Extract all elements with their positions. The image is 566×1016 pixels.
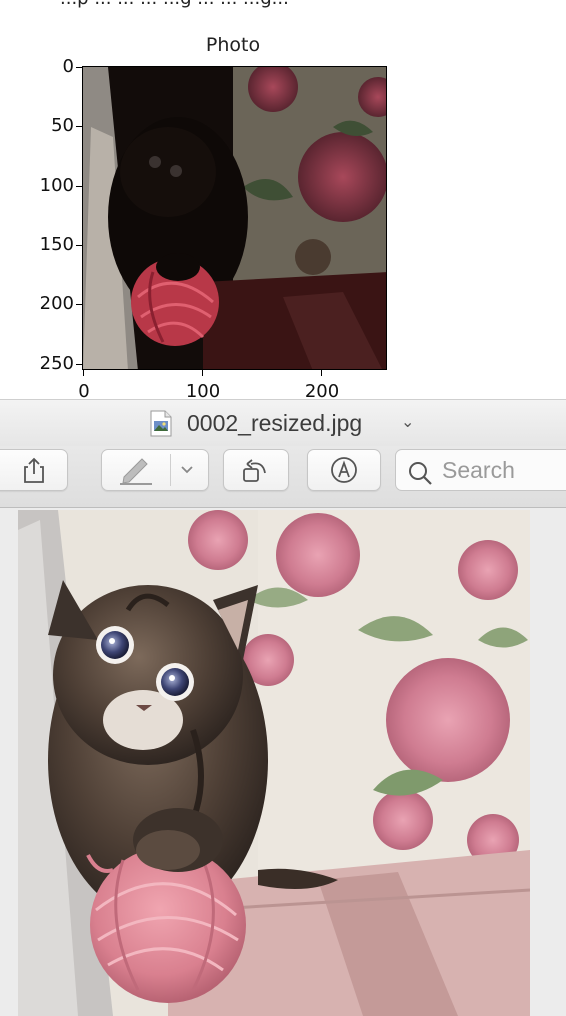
x-tick-label: 200 bbox=[304, 381, 340, 400]
y-tick-label: 0 bbox=[62, 56, 74, 77]
search-input[interactable] bbox=[442, 457, 566, 483]
y-tick-label: 100 bbox=[39, 175, 74, 196]
rotate-button[interactable] bbox=[223, 449, 289, 491]
y-tick-label: 200 bbox=[39, 293, 74, 314]
share-button[interactable] bbox=[0, 449, 68, 491]
x-tick-label: 0 bbox=[78, 381, 90, 400]
y-tick-label: 150 bbox=[39, 234, 74, 255]
x-tick-mark bbox=[321, 370, 322, 376]
plot-title: Photo bbox=[205, 34, 261, 56]
window-title[interactable]: 0002_resized.jpg bbox=[187, 410, 362, 437]
share-icon bbox=[24, 457, 44, 483]
matplotlib-figure: ...p ... ... ... ...g ... ... ...g... Ph… bbox=[0, 0, 566, 400]
y-tick-label: 250 bbox=[39, 353, 74, 374]
markup-toolbar-button[interactable] bbox=[307, 449, 381, 491]
search-field[interactable] bbox=[395, 449, 566, 491]
x-tick-label: 100 bbox=[185, 381, 221, 400]
jpeg-file-icon bbox=[150, 410, 172, 437]
kitten-photo-dark bbox=[83, 67, 386, 369]
toolbar bbox=[0, 446, 566, 508]
y-tick-label: 50 bbox=[51, 115, 74, 136]
rotate-left-icon bbox=[243, 459, 266, 482]
document-image bbox=[18, 510, 530, 1016]
split-divider bbox=[170, 454, 171, 486]
clipped-text: ...p ... ... ... ...g ... ... ...g... bbox=[60, 0, 289, 9]
x-tick-mark bbox=[83, 370, 84, 376]
chevron-down-icon[interactable]: ⌄ bbox=[401, 412, 414, 432]
kitten-photo bbox=[18, 510, 530, 1016]
markup-pen-button[interactable] bbox=[101, 449, 209, 491]
highlighter-pen-icon bbox=[120, 458, 152, 485]
x-tick-mark bbox=[202, 370, 203, 376]
search-icon bbox=[409, 462, 432, 485]
chevron-down-icon[interactable] bbox=[180, 465, 194, 475]
title-bar[interactable]: 0002_resized.jpg ⌄ bbox=[0, 399, 566, 446]
preview-window: 0002_resized.jpg ⌄ bbox=[0, 399, 566, 1016]
annotate-circle-icon bbox=[331, 457, 357, 483]
plot-image bbox=[82, 66, 387, 370]
document-view[interactable] bbox=[0, 508, 566, 1016]
